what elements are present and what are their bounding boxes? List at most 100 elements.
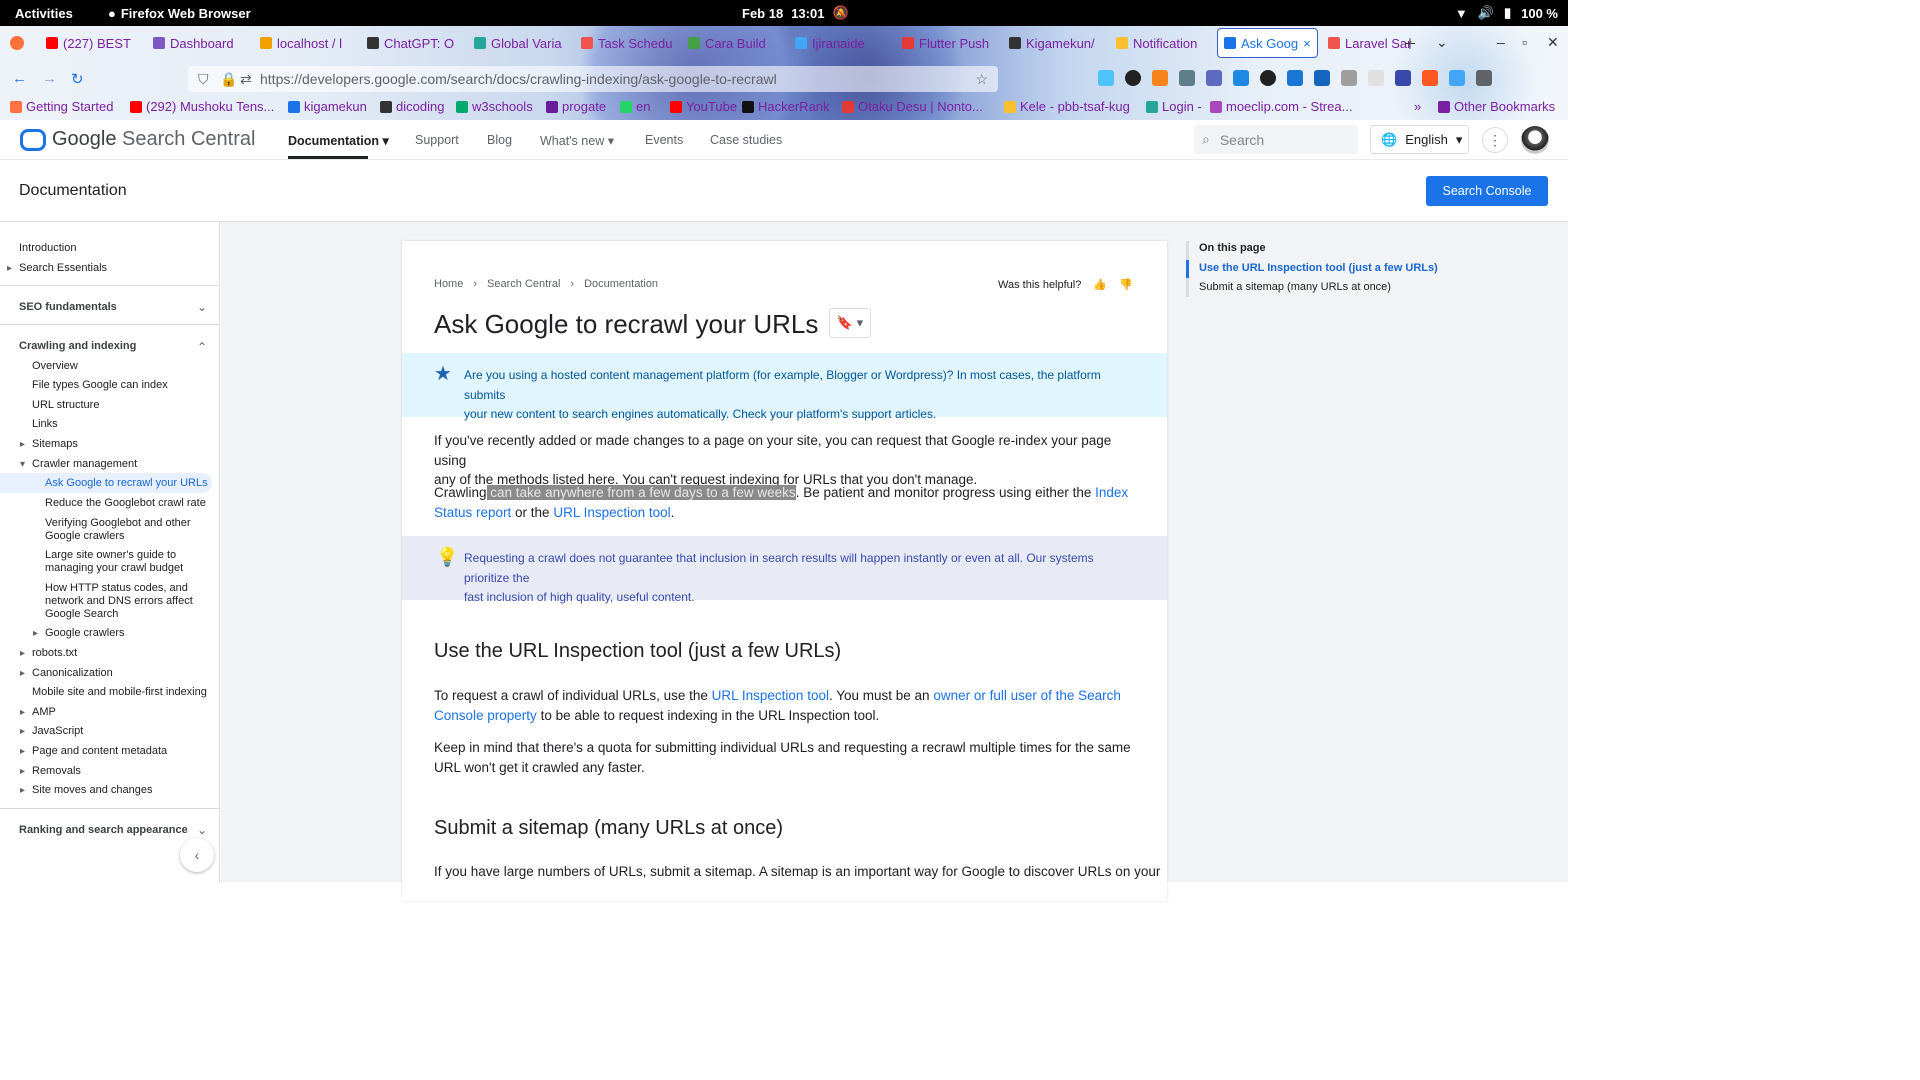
vue-devtools-icon[interactable]: [1206, 70, 1222, 86]
sidebar-item-links[interactable]: Links: [32, 418, 58, 431]
forward-icon[interactable]: →: [42, 70, 57, 87]
sidebar-item-http-status[interactable]: How HTTP status codes, and: [45, 582, 188, 595]
sidebar-item-introduction[interactable]: Introduction: [19, 242, 76, 255]
sidebar-section-ranking[interactable]: Ranking and search appearance: [19, 824, 188, 837]
bookmark-item[interactable]: Kele - pbb-tsaf-kug: [1004, 99, 1130, 114]
bookmark-item[interactable]: Login -: [1146, 99, 1202, 114]
extension-icon[interactable]: [1179, 70, 1195, 86]
thumb-up-icon[interactable]: 👍: [1093, 278, 1107, 291]
browser-tab[interactable]: Notification: [1110, 28, 1213, 58]
language-select[interactable]: 🌐 English ▾: [1370, 125, 1469, 154]
minimize-icon[interactable]: –: [1497, 34, 1505, 50]
sidebar-item-http-status-line2[interactable]: network and DNS errors affect: [45, 595, 193, 608]
browser-tab[interactable]: Ask Goog ×: [1217, 28, 1318, 58]
browser-tab[interactable]: localhost / l: [254, 28, 357, 58]
browser-tab[interactable]: ChatGPT: O: [361, 28, 464, 58]
toc-item-url-inspection[interactable]: Use the URL Inspection tool (just a few …: [1199, 262, 1438, 274]
bookmark-item[interactable]: progate: [546, 99, 606, 114]
metamask-icon[interactable]: [1152, 70, 1168, 86]
pocket-icon[interactable]: [1098, 70, 1114, 86]
clock[interactable]: Feb 18 13:01 🔕: [742, 5, 849, 21]
sidebar-item-canonicalization[interactable]: Canonicalization: [20, 667, 113, 680]
dark-mode-icon[interactable]: [1422, 70, 1438, 86]
nav-blog[interactable]: Blog: [487, 133, 512, 147]
close-tab-icon[interactable]: ×: [1303, 36, 1311, 51]
browser-tab[interactable]: Dashboard: [147, 28, 250, 58]
bookmark-item[interactable]: w3schools: [456, 99, 533, 114]
sidebar-item-overview[interactable]: Overview: [32, 360, 78, 373]
chevron-down-icon[interactable]: ⌄: [197, 300, 207, 314]
shield-icon[interactable]: ⛉: [198, 71, 209, 88]
browser-tab[interactable]: Task Schedu: [575, 28, 678, 58]
sidebar-item-amp[interactable]: AMP: [20, 706, 56, 719]
owner-user-link[interactable]: owner or full user of the Search: [933, 688, 1121, 703]
sidebar-item-verifying-googlebot-line2[interactable]: Google crawlers: [45, 530, 124, 543]
maximize-icon[interactable]: ▫: [1522, 34, 1527, 50]
breadcrumb-documentation[interactable]: Documentation: [584, 278, 658, 290]
sidebar-item-verifying-googlebot[interactable]: Verifying Googlebot and other: [45, 517, 191, 530]
bookmark-item[interactable]: dicoding: [380, 99, 444, 114]
sidebar-section-crawling-indexing[interactable]: Crawling and indexing: [19, 340, 136, 353]
screenshot-icon[interactable]: [1287, 70, 1303, 86]
breadcrumb-search-central[interactable]: Search Central: [487, 278, 560, 290]
sidebar-item-large-site-guide-line2[interactable]: managing your crawl budget: [45, 562, 183, 575]
sidebar-item-reduce-crawl-rate[interactable]: Reduce the Googlebot crawl rate: [45, 497, 206, 510]
bookmark-item[interactable]: Otaku Desu | Nonto...: [842, 99, 983, 114]
index-status-report-link[interactable]: Index: [1095, 485, 1128, 500]
extension-icon[interactable]: [1368, 70, 1384, 86]
browser-tab[interactable]: Flutter Push: [896, 28, 999, 58]
permissions-icon[interactable]: ⇄: [240, 71, 252, 88]
sidebar-item-url-structure[interactable]: URL structure: [32, 399, 99, 412]
sidebar-item-robots[interactable]: robots.txt: [20, 647, 77, 660]
bookmark-item[interactable]: moeclip.com - Strea...: [1210, 99, 1352, 114]
menu-icon[interactable]: [1476, 70, 1492, 86]
nav-case-studies[interactable]: Case studies: [710, 133, 782, 147]
extensions-icon[interactable]: [1449, 70, 1465, 86]
chevron-down-icon[interactable]: ⌄: [197, 823, 207, 837]
browser-tab[interactable]: Ijiranaide: [789, 28, 892, 58]
chevron-up-icon[interactable]: ⌃: [197, 340, 207, 354]
search-console-button[interactable]: Search Console: [1426, 176, 1548, 206]
site-logo[interactable]: Google Search Central: [20, 128, 255, 151]
back-icon[interactable]: ←: [12, 70, 27, 87]
lock-icon[interactable]: 🔒: [220, 71, 237, 88]
bookmark-item[interactable]: en: [620, 99, 650, 114]
bookmark-item[interactable]: Other Bookmarks: [1438, 99, 1555, 114]
bookmark-item[interactable]: HackerRank: [742, 99, 830, 114]
nav-whats-new[interactable]: What's new ▾: [540, 133, 614, 148]
nav-documentation[interactable]: Documentation ▾: [288, 133, 389, 148]
ublock-icon[interactable]: [1395, 70, 1411, 86]
browser-tab[interactable]: Kigamekun/: [1003, 28, 1106, 58]
extension-icon[interactable]: [1341, 70, 1357, 86]
sidebar-item-google-crawlers[interactable]: Google crawlers: [33, 627, 125, 640]
sidebar-item-page-metadata[interactable]: Page and content metadata: [20, 745, 167, 758]
browser-tab[interactable]: Global Varia: [468, 28, 571, 58]
browser-tab[interactable]: Cara Build: [682, 28, 785, 58]
bookmark-button[interactable]: 🔖 ▾: [829, 308, 871, 338]
breadcrumb-home[interactable]: Home: [434, 278, 463, 290]
address-bar[interactable]: ⛉ 🔒 ⇄ https://developers.google.com/sear…: [188, 66, 998, 92]
close-window-icon[interactable]: ✕: [1547, 34, 1559, 51]
extension-icon[interactable]: [1314, 70, 1330, 86]
sidebar-item-javascript[interactable]: JavaScript: [20, 725, 83, 738]
index-status-report-link-line2[interactable]: Status report: [434, 505, 511, 520]
firefox-view-icon[interactable]: [10, 36, 24, 50]
bookmark-item[interactable]: YouTube: [670, 99, 737, 114]
more-options-icon[interactable]: ⋮: [1482, 127, 1508, 153]
list-tabs-icon[interactable]: ⌄: [1436, 34, 1448, 51]
browser-tab[interactable]: (227) BEST: [40, 28, 143, 58]
sidebar-item-search-essentials[interactable]: Search Essentials: [7, 262, 107, 275]
sidebar-item-ask-google-recrawl[interactable]: Ask Google to recrawl your URLs: [45, 477, 208, 490]
sidebar-item-http-status-line3[interactable]: Google Search: [45, 608, 118, 621]
sidebar-item-mobile-indexing[interactable]: Mobile site and mobile-first indexing: [32, 686, 207, 699]
app-menu[interactable]: ● Firefox Web Browser: [108, 6, 251, 21]
new-tab-icon[interactable]: ＋: [1403, 34, 1417, 54]
avatar[interactable]: [1521, 126, 1549, 154]
save-icon[interactable]: [1233, 70, 1249, 86]
bookmark-item[interactable]: kigamekun: [288, 99, 367, 114]
toc-item-sitemap[interactable]: Submit a sitemap (many URLs at once): [1199, 281, 1391, 293]
url-inspection-tool-link[interactable]: URL Inspection tool: [712, 688, 829, 703]
nav-support[interactable]: Support: [415, 133, 459, 147]
more-bookmarks-icon[interactable]: »: [1414, 99, 1421, 114]
sidebar-item-large-site-guide[interactable]: Large site owner's guide to: [45, 549, 176, 562]
